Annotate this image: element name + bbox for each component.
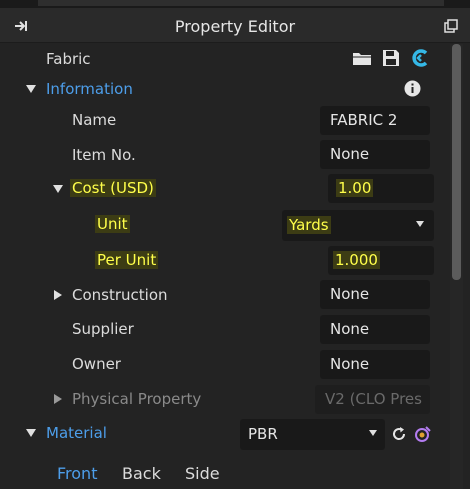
material-type-select[interactable]: PBR	[240, 419, 385, 450]
name-label: Name	[72, 111, 117, 129]
item-no-label: Item No.	[72, 146, 136, 164]
owner-field[interactable]: None	[320, 350, 430, 379]
physical-property-field[interactable]: V2 (CLO Pres	[315, 385, 430, 414]
physical-property-label[interactable]: Physical Property	[72, 390, 201, 408]
per-unit-value-text: 1.000	[333, 251, 380, 269]
item-no-field[interactable]: None	[320, 140, 430, 169]
construction-field[interactable]: None	[320, 280, 430, 309]
unit-label: Unit	[95, 215, 130, 233]
information-section-title[interactable]: Information	[46, 80, 133, 98]
unit-value-text: Yards	[287, 216, 331, 234]
panel-title: Property Editor	[174, 17, 296, 36]
cost-field[interactable]: 1.00	[328, 174, 434, 203]
tab-side[interactable]: Side	[185, 464, 220, 483]
per-unit-field[interactable]: 1.000	[328, 246, 434, 275]
material-section-title[interactable]: Material	[46, 424, 107, 442]
information-collapse-icon[interactable]	[26, 85, 36, 93]
cost-label-text: Cost (USD)	[70, 179, 156, 197]
supplier-label: Supplier	[72, 320, 134, 338]
unit-label-text: Unit	[95, 215, 130, 233]
unit-select[interactable]: Yards	[282, 210, 434, 241]
owner-label: Owner	[72, 355, 121, 373]
info-icon[interactable]	[404, 80, 421, 97]
cost-collapse-icon[interactable]	[53, 185, 63, 193]
save-icon[interactable]	[381, 48, 401, 68]
material-preset-icon[interactable]	[414, 425, 432, 443]
tab-back[interactable]: Back	[122, 464, 161, 483]
popout-icon[interactable]	[444, 19, 458, 33]
refresh-icon[interactable]	[391, 426, 407, 442]
material-collapse-icon[interactable]	[26, 429, 36, 437]
unit-dropdown-icon[interactable]	[416, 221, 424, 227]
per-unit-label: Per Unit	[95, 251, 159, 269]
construction-expand-icon[interactable]	[54, 290, 62, 300]
physical-property-expand-icon[interactable]	[54, 394, 62, 404]
scrollbar-thumb[interactable]	[452, 44, 461, 280]
cost-value-text: 1.00	[336, 179, 374, 197]
fabric-name: Fabric	[46, 50, 91, 68]
cost-label: Cost (USD)	[70, 179, 156, 197]
tab-front[interactable]: Front	[57, 464, 97, 483]
material-type-dropdown-icon[interactable]	[369, 430, 377, 436]
name-field[interactable]: FABRIC 2	[320, 106, 430, 135]
clo-logo-icon[interactable]	[410, 48, 430, 68]
construction-label[interactable]: Construction	[72, 286, 168, 304]
folder-icon[interactable]	[352, 49, 372, 67]
per-unit-label-text: Per Unit	[95, 251, 159, 269]
supplier-field[interactable]: None	[320, 315, 430, 344]
top-strip	[0, 0, 470, 8]
